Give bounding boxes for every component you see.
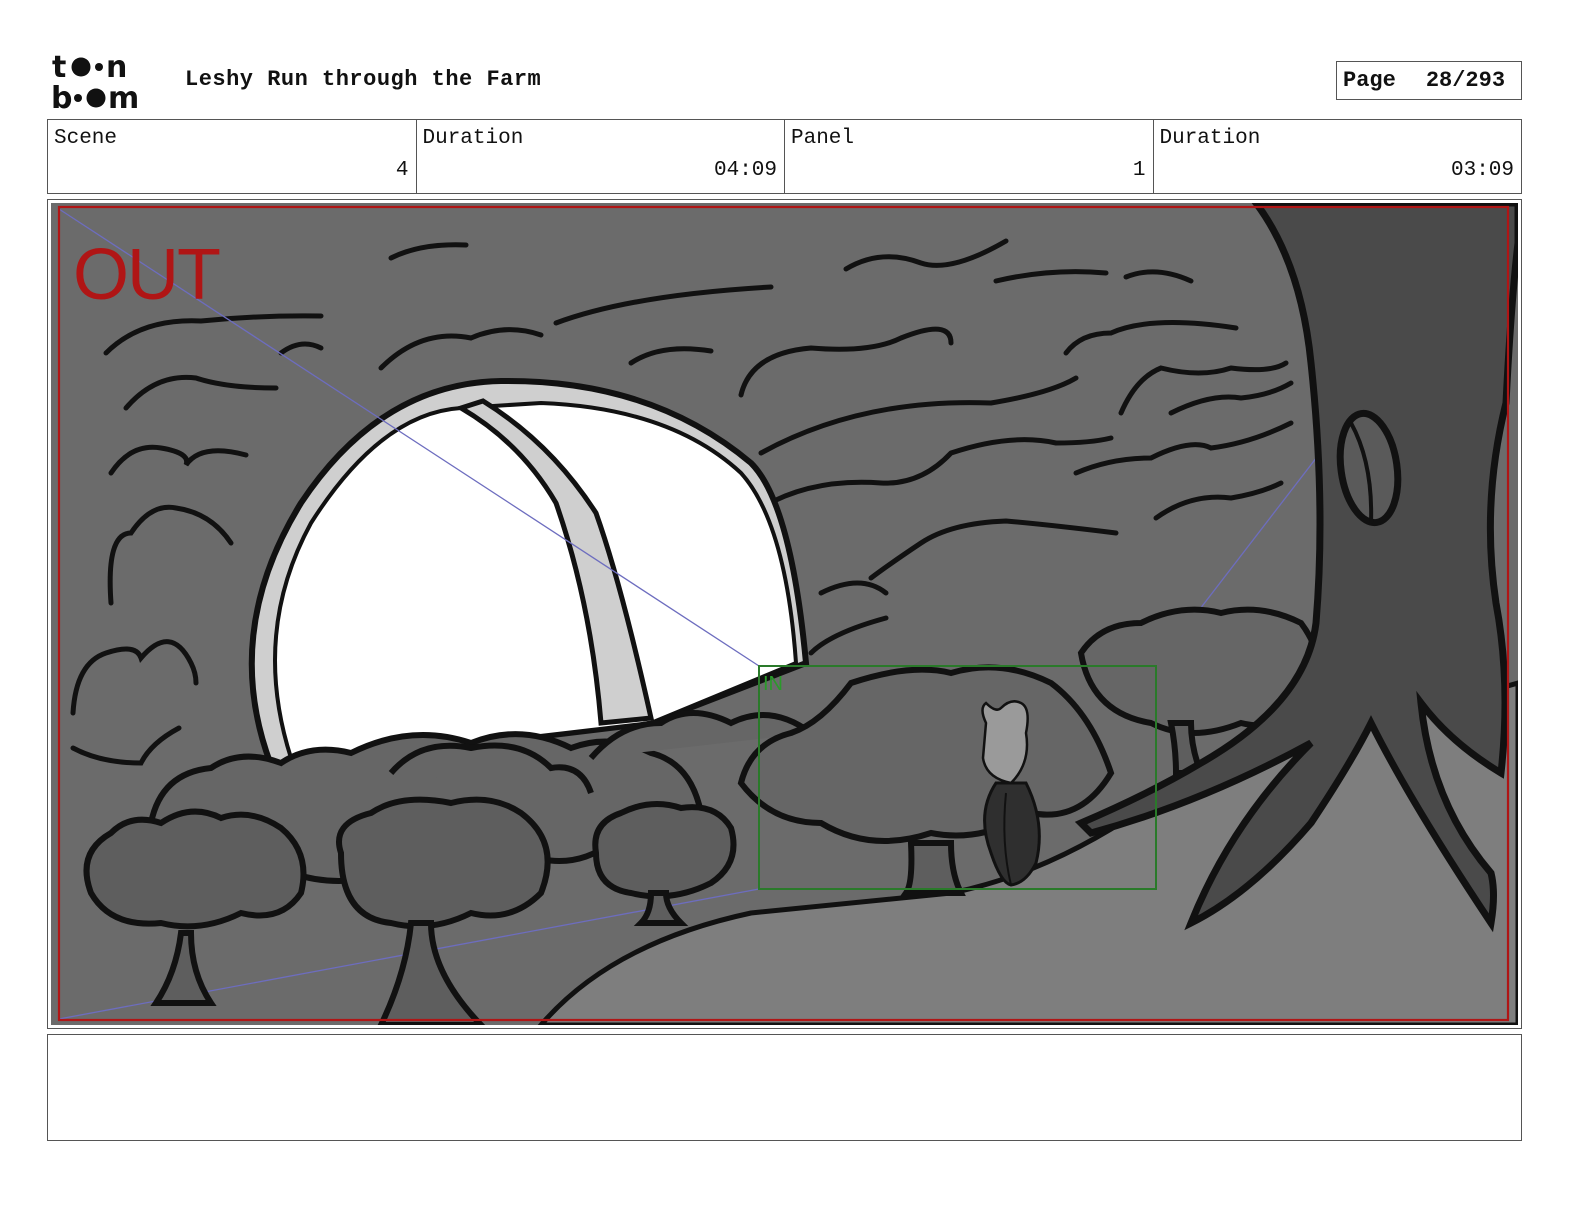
scene-value: 4 [395, 159, 409, 182]
page-label: Page [1343, 68, 1396, 93]
panel-duration-value: 03:09 [1450, 159, 1514, 182]
panel-cell: Panel 1 [785, 120, 1154, 193]
in-marker: IN [763, 673, 783, 695]
svg-text:t: t [52, 50, 66, 85]
storyboard-panel-image: IN OUT [51, 203, 1518, 1025]
logo-graphic: t n b m [51, 50, 139, 116]
page-number: 28/293 [1425, 68, 1506, 93]
document-title: Leshy Run through the Farm [185, 67, 542, 92]
panel-value: 1 [1132, 159, 1146, 182]
svg-text:m: m [108, 81, 139, 112]
out-marker: OUT [73, 235, 220, 315]
scene-info-table: Scene 4 Duration 04:09 Panel 1 Duration … [47, 119, 1522, 194]
scene-cell: Scene 4 [48, 120, 417, 193]
panel-duration-label: Duration [1159, 127, 1261, 150]
page-indicator: Page 28/293 [1336, 61, 1522, 100]
scene-label: Scene [54, 127, 118, 150]
toonboom-logo: t n b m [50, 50, 166, 116]
panel-duration-cell: Duration 03:09 [1154, 120, 1522, 193]
svg-text:n: n [106, 50, 127, 85]
scene-duration-value: 04:09 [713, 159, 777, 182]
svg-text:b: b [51, 81, 72, 112]
scene-duration-cell: Duration 04:09 [417, 120, 785, 193]
scene-duration-label: Duration [422, 127, 524, 150]
panel-notes[interactable] [47, 1034, 1522, 1141]
panel-label: Panel [791, 127, 855, 150]
